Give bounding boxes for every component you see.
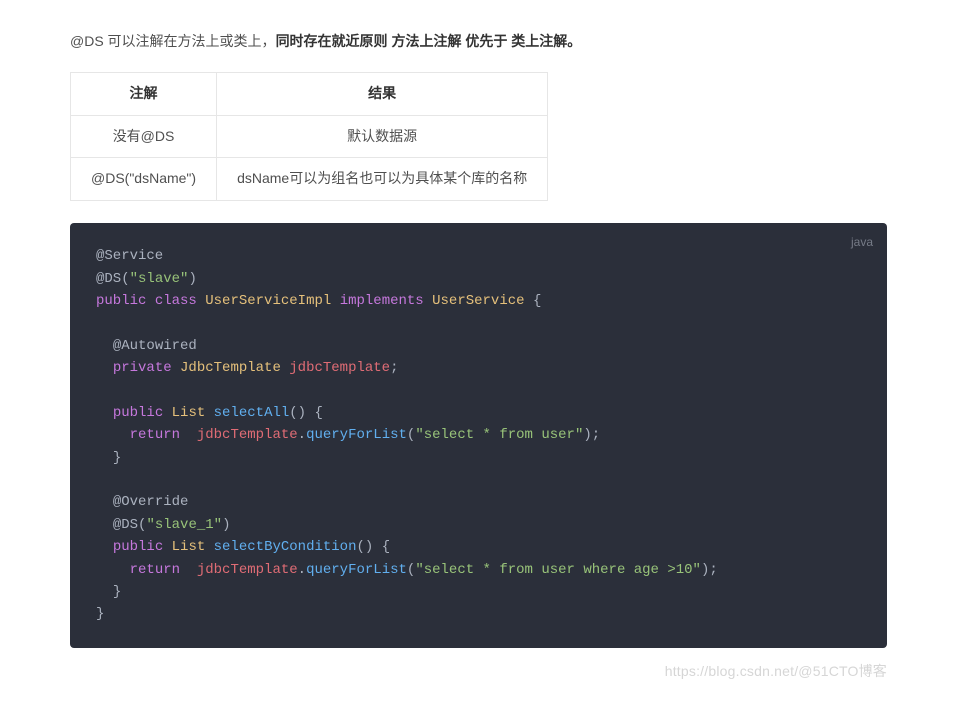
watermark-text: https://blog.csdn.net/@51CTO博客	[70, 660, 887, 684]
intro-text: @DS 可以注解在方法上或类上，同时存在就近原则 方法上注解 优先于 类上注解。	[70, 30, 887, 54]
td-result: dsName可以为组名也可以为具体某个库的名称	[217, 158, 548, 201]
table-row: 没有@DS 默认数据源	[71, 115, 548, 158]
table-header-row: 注解 结果	[71, 72, 548, 115]
th-annotation: 注解	[71, 72, 217, 115]
td-annotation: 没有@DS	[71, 115, 217, 158]
intro-bold: 同时存在就近原则 方法上注解 优先于 类上注解。	[276, 33, 582, 49]
annotation-table: 注解 结果 没有@DS 默认数据源 @DS("dsName") dsName可以…	[70, 72, 548, 201]
code-block: java@Service @DS("slave") public class U…	[70, 223, 887, 648]
code-content: @Service @DS("slave") public class UserS…	[96, 245, 861, 626]
td-result: 默认数据源	[217, 115, 548, 158]
th-result: 结果	[217, 72, 548, 115]
table-row: @DS("dsName") dsName可以为组名也可以为具体某个库的名称	[71, 158, 548, 201]
code-language-tag: java	[851, 233, 873, 252]
intro-prefix: @DS 可以注解在方法上或类上，	[70, 33, 276, 49]
td-annotation: @DS("dsName")	[71, 158, 217, 201]
